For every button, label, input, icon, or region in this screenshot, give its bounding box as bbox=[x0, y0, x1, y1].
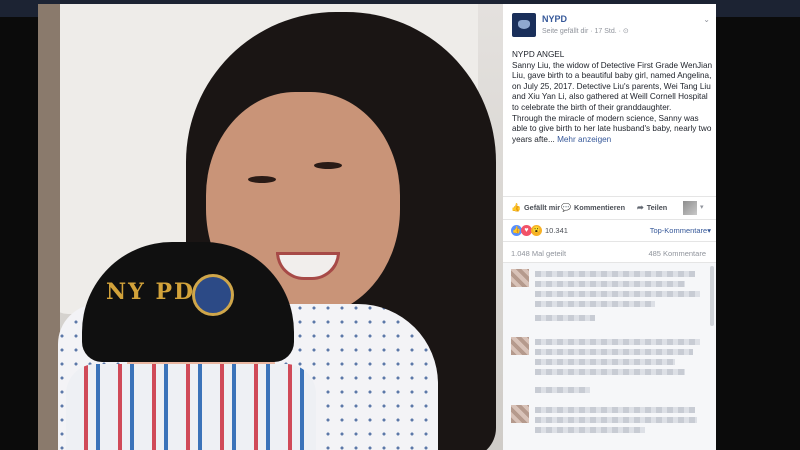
avatar[interactable] bbox=[511, 269, 529, 287]
share-count[interactable]: 1.048 Mal geteilt bbox=[511, 249, 566, 258]
reaction-count[interactable]: 10.341 bbox=[545, 226, 568, 235]
pixelated-text bbox=[535, 281, 685, 287]
post-paragraph-truncated: Through the miracle of modern science, S… bbox=[512, 114, 714, 146]
pixelated-text bbox=[535, 349, 693, 355]
post-title: NYPD ANGEL bbox=[512, 50, 565, 59]
wow-reaction-icon[interactable]: 😮 bbox=[531, 225, 542, 236]
pixelated-text bbox=[535, 359, 675, 365]
pixelated-text bbox=[535, 387, 590, 393]
see-more-link[interactable]: Mehr anzeigen bbox=[557, 135, 611, 144]
viewer-avatar[interactable] bbox=[683, 201, 697, 215]
baby-blanket bbox=[66, 364, 316, 450]
like-label: Gefällt mir bbox=[523, 203, 561, 212]
post-meta: Seite gefällt dir · 17 Std. · ⊙ bbox=[542, 28, 629, 35]
post-photo[interactable]: NY PD bbox=[38, 4, 503, 450]
sort-label: Top-Kommentare bbox=[649, 226, 708, 235]
share-arrow-icon: ➦ bbox=[637, 203, 644, 212]
pixelated-text bbox=[535, 407, 695, 413]
avatar[interactable] bbox=[511, 405, 529, 423]
wall-edge bbox=[38, 4, 60, 450]
pixelated-text bbox=[535, 315, 595, 321]
page-avatar[interactable] bbox=[512, 13, 536, 37]
chevron-down-icon[interactable]: ⌄ bbox=[703, 15, 710, 24]
post-paragraph: Sanny Liu, the widow of Detective First … bbox=[512, 60, 713, 112]
like-button[interactable]: 👍 Gefällt mir bbox=[511, 203, 560, 212]
pixelated-text bbox=[535, 427, 645, 433]
post-header: NYPD Seite gefällt dir · 17 Std. · ⊙ ⌄ bbox=[512, 13, 712, 39]
share-button[interactable]: ➦ Teilen bbox=[637, 203, 667, 212]
photo-viewer: NY PD NYPD Seite gefällt dir · 17 Std. ·… bbox=[38, 4, 716, 450]
pixelated-text bbox=[535, 291, 700, 297]
reactions-row: 👍 ♥ 😮 10.341 Top-Kommentare▾ bbox=[511, 225, 711, 239]
post-stats: 1.048 Mal geteilt 485 Kommentare bbox=[503, 241, 716, 262]
post-text: NYPD ANGEL Sanny Liu, the widow of Detec… bbox=[512, 50, 714, 145]
share-label: Teilen bbox=[646, 203, 668, 212]
mother-left-eye bbox=[248, 176, 276, 183]
comment-count[interactable]: 485 Kommentare bbox=[648, 249, 706, 258]
mother-right-eye bbox=[314, 162, 342, 169]
action-bar: 👍 Gefällt mir 💬 Kommentieren ➦ Teilen ▾ bbox=[503, 196, 716, 220]
caret-down-icon[interactable]: ▾ bbox=[700, 203, 704, 211]
speech-bubble-icon: 💬 bbox=[561, 203, 571, 212]
pixelated-text bbox=[535, 417, 697, 423]
sort-caret-icon: ▾ bbox=[707, 226, 711, 235]
page-name-link[interactable]: NYPD bbox=[542, 14, 567, 24]
thumbs-up-icon: 👍 bbox=[511, 203, 521, 212]
pixelated-text bbox=[535, 301, 655, 307]
pixelated-text bbox=[535, 369, 685, 375]
comment-button[interactable]: 💬 Kommentieren bbox=[561, 203, 625, 212]
pixelated-text bbox=[535, 271, 695, 277]
pixelated-text bbox=[535, 339, 700, 345]
nypd-badge-icon bbox=[192, 274, 234, 316]
post-side-panel: NYPD Seite gefällt dir · 17 Std. · ⊙ ⌄ N… bbox=[503, 4, 716, 450]
comment-label: Kommentieren bbox=[573, 203, 626, 212]
comments-list bbox=[503, 262, 716, 450]
comment-sort-dropdown[interactable]: Top-Kommentare▾ bbox=[650, 226, 711, 235]
post-paragraph-text: Through the miracle of modern science, S… bbox=[512, 113, 712, 144]
avatar[interactable] bbox=[511, 337, 529, 355]
scrollbar[interactable] bbox=[710, 266, 714, 326]
